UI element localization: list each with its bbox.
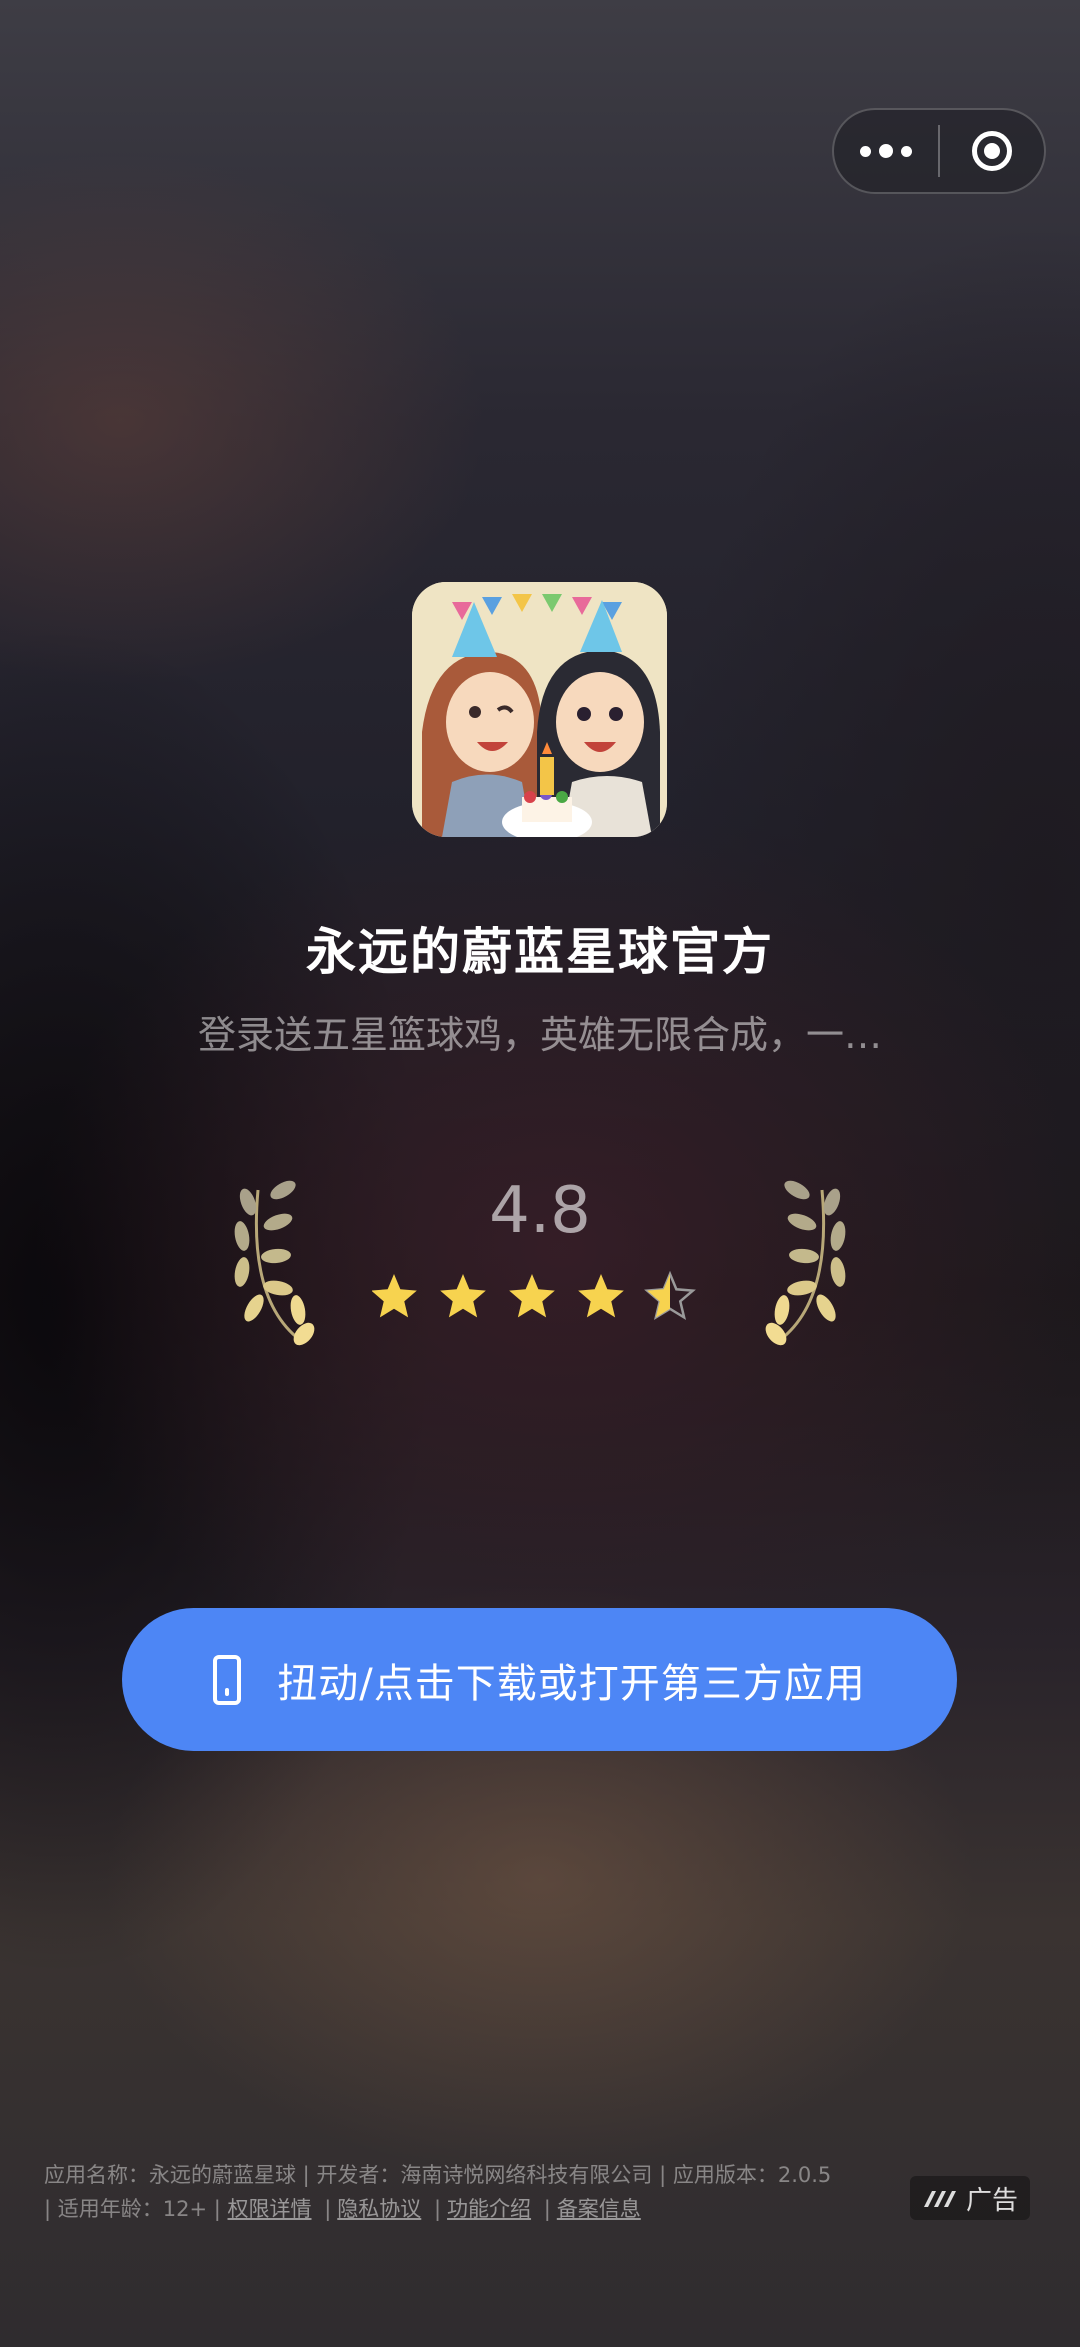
features-link[interactable]: 功能介绍 xyxy=(447,2197,531,2221)
more-dots-icon[interactable] xyxy=(834,110,938,192)
rating-star xyxy=(578,1274,624,1318)
filing-link[interactable]: 备案信息 xyxy=(557,2197,641,2221)
age-rating: | 适用年龄：12+ | xyxy=(44,2197,221,2221)
rating-stars xyxy=(372,1270,696,1321)
mini-program-capsule xyxy=(832,108,1046,194)
phone-icon xyxy=(213,1654,242,1705)
rating-star xyxy=(644,1270,696,1321)
ad-badge: 广告 xyxy=(910,2176,1030,2220)
download-open-button[interactable]: 扭动/点击下载或打开第三方应用 xyxy=(122,1608,957,1751)
close-button[interactable] xyxy=(940,110,1044,192)
privacy-link[interactable]: 隐私协议 xyxy=(337,2197,421,2221)
app-links-line: | 适用年龄：12+ | 权限详情 | 隐私协议 | 功能介绍 | 备案信息 xyxy=(44,2192,864,2226)
rating-star xyxy=(509,1274,555,1318)
ad-logo-icon xyxy=(923,2191,956,2207)
app-subtitle: 登录送五星篮球鸡，英雄无限合成，一… xyxy=(197,1013,882,1057)
ad-label: 广告 xyxy=(965,2185,1018,2216)
separator: | xyxy=(543,2197,551,2221)
app-info-footer: 应用名称：永远的蔚蓝星球 | 开发者：海南诗悦网络科技有限公司 | 应用版本：2… xyxy=(44,2158,864,2226)
separator: | xyxy=(324,2197,332,2221)
rating-value: 4.8 xyxy=(489,1174,591,1248)
app-title: 永远的蔚蓝星球官方 xyxy=(306,923,774,981)
rating-star xyxy=(440,1274,486,1318)
download-open-label: 扭动/点击下载或打开第三方应用 xyxy=(277,1660,866,1707)
app-icon xyxy=(412,582,667,837)
rating-star xyxy=(372,1274,417,1318)
target-circle-icon xyxy=(972,131,1012,171)
app-info-line: 应用名称：永远的蔚蓝星球 | 开发者：海南诗悦网络科技有限公司 | 应用版本：2… xyxy=(44,2163,832,2187)
permissions-link[interactable]: 权限详情 xyxy=(228,2197,312,2221)
separator: | xyxy=(433,2197,442,2221)
